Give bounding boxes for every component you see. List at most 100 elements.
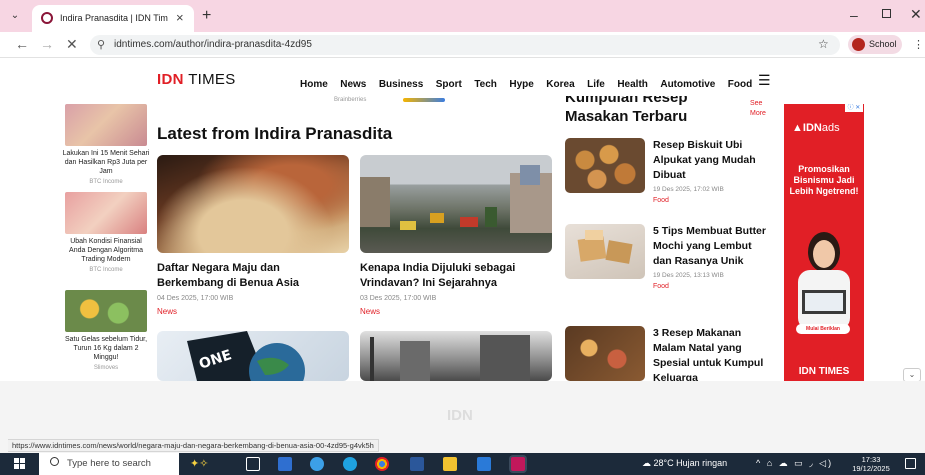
nav-korea[interactable]: Korea <box>546 79 574 90</box>
recipe-title[interactable]: Resep Biskuit Ubi Alpukat yang Mudah Dib… <box>653 138 771 183</box>
site-settings-icon[interactable]: ⚲ <box>97 38 105 51</box>
recipe-date: 19 Des 2025, 13:13 WIB <box>653 272 724 279</box>
site-favicon-icon <box>41 12 53 24</box>
site-logo[interactable]: IDN TIMES <box>157 71 236 88</box>
active-browser-icon[interactable] <box>511 457 525 471</box>
recipe-image <box>565 224 645 279</box>
article-category[interactable]: News <box>360 307 552 316</box>
article-card[interactable]: Daftar Negara Maju dan Berkembang di Ben… <box>157 155 349 316</box>
rail-ad-source: BTC Income <box>89 267 123 273</box>
chrome-browser-icon[interactable] <box>375 457 389 471</box>
chevron-down-icon[interactable]: ⌄ <box>903 368 921 382</box>
link-status-bar: https://www.idntimes.com/news/world/nega… <box>8 439 379 452</box>
nav-tech[interactable]: Tech <box>474 79 497 90</box>
edge-browser-icon[interactable] <box>343 457 357 471</box>
recipe-image <box>565 326 645 381</box>
windows-start-icon[interactable] <box>14 458 26 470</box>
article-title[interactable]: Kenapa India Dijuluki sebagai Vrindavan?… <box>360 261 552 291</box>
forward-arrow-icon[interactable]: → <box>40 36 54 52</box>
recipe-item[interactable]: 3 Resep Makanan Malam Natal yang Spesial… <box>565 326 775 381</box>
rail-thumb-image <box>65 192 147 234</box>
profile-button[interactable]: School <box>848 35 902 54</box>
notification-icon[interactable] <box>905 458 916 469</box>
top-navigation: Home News Business Sport Tech Hype Korea… <box>300 74 760 92</box>
system-tray-icons[interactable]: ^ ⌂ ☁ ▭ ◞ ◁) <box>756 458 833 469</box>
rail-ad-source: Slimoves <box>93 365 119 371</box>
article-category[interactable]: News <box>157 307 349 316</box>
browser-tab-active[interactable]: Indira Pranasdita | IDN Times | I × <box>32 5 194 32</box>
rail-ad-source: BTC Income <box>89 179 123 185</box>
back-arrow-icon[interactable]: ← <box>15 36 29 52</box>
nav-food[interactable]: Food <box>728 79 752 90</box>
word-app-icon[interactable] <box>410 457 424 471</box>
url-input[interactable]: ⚲ idntimes.com/author/indira-pranasdita-… <box>90 35 840 55</box>
article-card[interactable]: ONE <box>157 331 349 381</box>
recipe-text: Resep Biskuit Ubi Alpukat yang Mudah Dib… <box>653 138 771 204</box>
article-date: 03 Des 2025, 17:00 WIB <box>360 295 437 302</box>
tab-close-icon[interactable]: × <box>176 10 184 26</box>
window-minimize-button[interactable]: – <box>850 7 858 23</box>
profile-label: School <box>869 39 897 49</box>
address-toolbar: ← → ✕ ⚲ idntimes.com/author/indira-prana… <box>0 32 925 58</box>
rail-ad-title: Satu Gelas sebelum Tidur, Turun 16 Kg da… <box>64 336 148 361</box>
new-tab-button[interactable]: + <box>202 7 211 25</box>
window-close-button[interactable]: ✕ <box>910 6 922 23</box>
rail-ad-card[interactable]: Satu Gelas sebelum Tidur, Turun 16 Kg da… <box>62 290 150 372</box>
file-explorer-icon[interactable] <box>443 457 457 471</box>
stop-loading-icon[interactable]: ✕ <box>66 36 78 52</box>
search-icon <box>50 457 59 466</box>
app-icon-mail[interactable] <box>310 457 324 471</box>
bottom-logo: IDN <box>447 407 473 424</box>
nav-life[interactable]: Life <box>587 79 605 90</box>
weather-widget[interactable]: ☁ 28°C Hujan ringan <box>642 458 727 469</box>
nav-hype[interactable]: Hype <box>509 79 533 90</box>
sidebar-title: Kumpulan Resep Masakan Terbaru <box>565 96 688 125</box>
page-title: Latest from Indira Pranasdita <box>157 124 393 143</box>
app-icon-paint[interactable] <box>278 457 292 471</box>
copilot-sparkle-icon[interactable]: ✦✧ <box>190 456 228 470</box>
windows-taskbar: Type here to search ✦✧ ☁ 28°C Hujan ring… <box>0 453 925 475</box>
see-more-link[interactable]: See More <box>750 99 778 119</box>
article-card[interactable] <box>360 331 552 381</box>
window-maximize-button[interactable] <box>882 9 891 18</box>
nav-sport[interactable]: Sport <box>436 79 462 90</box>
nav-automotive[interactable]: Automotive <box>660 79 715 90</box>
nav-home[interactable]: Home <box>300 79 328 90</box>
rail-thumb-image <box>65 104 147 146</box>
recipe-text: 3 Resep Makanan Malam Natal yang Spesial… <box>653 326 771 381</box>
recipe-text: 5 Tips Membuat Butter Mochi yang Lembut … <box>653 224 771 290</box>
bookmark-star-icon[interactable]: ☆ <box>818 37 829 51</box>
rail-thumb-image <box>65 290 147 332</box>
ad-footer-logo: IDN TIMES <box>798 366 850 377</box>
article-title[interactable]: Daftar Negara Maju dan Berkembang di Ben… <box>157 261 349 291</box>
taskbar-clock[interactable]: 17:33 19/12/2025 <box>852 455 890 473</box>
tab-search-chevron-icon[interactable]: ⌄ <box>8 9 22 23</box>
url-text: idntimes.com/author/indira-pranasdita-4z… <box>114 39 312 50</box>
taskbar-search-input[interactable]: Type here to search <box>39 453 179 475</box>
ad-choices-icon[interactable]: ⓘ ✕ <box>845 104 863 112</box>
rail-ad-card[interactable]: Ubah Kondisi Finansial Anda Dengan Algor… <box>62 192 150 274</box>
recipe-image <box>565 138 645 193</box>
rail-ad-card[interactable]: Lakukan Ini 15 Menit Sehari dan Hasilkan… <box>62 104 150 186</box>
recipe-title[interactable]: 3 Resep Makanan Malam Natal yang Spesial… <box>653 326 771 381</box>
recipe-item[interactable]: 5 Tips Membuat Butter Mochi yang Lembut … <box>565 224 775 316</box>
ad-cta-button[interactable]: Mulai Beriklan <box>796 324 850 334</box>
nav-health[interactable]: Health <box>617 79 648 90</box>
recipe-title[interactable]: 5 Tips Membuat Butter Mochi yang Lembut … <box>653 224 771 269</box>
app-icon-photos[interactable] <box>477 457 491 471</box>
clock-time: 17:33 <box>861 455 881 464</box>
article-card[interactable]: Kenapa India Dijuluki sebagai Vrindavan?… <box>360 155 552 316</box>
recipe-category[interactable]: Food <box>653 197 771 204</box>
task-view-icon[interactable] <box>246 457 260 471</box>
recipe-item[interactable]: Resep Biskuit Ubi Alpukat yang Mudah Dib… <box>565 138 775 216</box>
nav-business[interactable]: Business <box>379 79 423 90</box>
idn-ads-logo: ▲IDNads <box>792 122 840 134</box>
article-image-one-poster: ONE <box>157 331 349 381</box>
idn-ads-banner[interactable]: ⓘ ✕ ▲IDNads Promosikan Bisnismu Jadi Leb… <box>784 104 864 387</box>
article-image-asia-map <box>157 155 349 253</box>
recipe-category[interactable]: Food <box>653 283 771 290</box>
rail-ad-title: Lakukan Ini 15 Menit Sehari dan Hasilkan… <box>62 150 150 175</box>
nav-news[interactable]: News <box>340 79 366 90</box>
browser-menu-icon[interactable]: ⋮ <box>913 38 924 51</box>
hamburger-menu-icon[interactable]: ☰ <box>758 72 771 89</box>
